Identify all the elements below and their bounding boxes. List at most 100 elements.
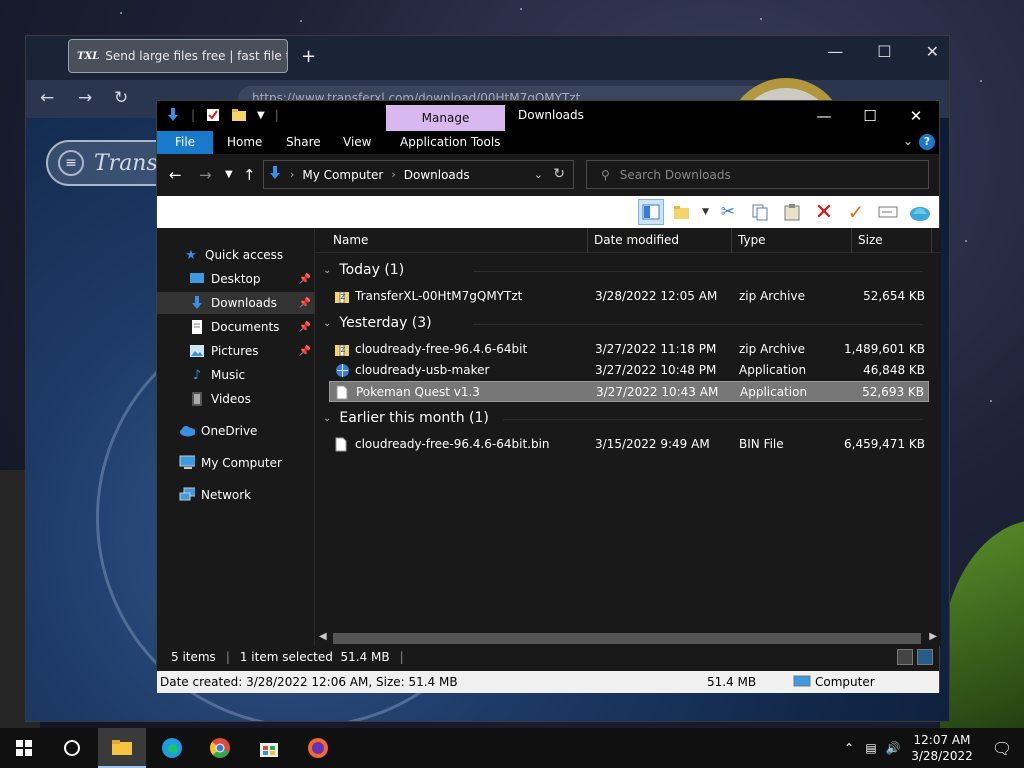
nav-videos[interactable]: Videos xyxy=(157,388,315,410)
maximize-icon[interactable]: ☐ xyxy=(847,101,893,131)
new-tab-icon[interactable]: + xyxy=(301,46,316,67)
close-icon[interactable]: ✕ xyxy=(926,42,939,61)
address-bar[interactable]: › My Computer › Downloads ⌄ ↻ xyxy=(263,160,574,189)
nav-documents[interactable]: Documents 📌 xyxy=(157,316,315,338)
shell-icon[interactable] xyxy=(907,199,933,225)
list-item[interactable]: cloudready-usb-maker 3/27/2022 10:48 PM … xyxy=(329,360,929,381)
file-size: 52,654 KB xyxy=(863,289,925,303)
tab-view[interactable]: View xyxy=(333,131,381,154)
properties-icon[interactable] xyxy=(205,107,221,123)
preview-pane-icon[interactable] xyxy=(638,199,665,225)
file-details: Date created: 3/28/2022 12:06 AM, Size: … xyxy=(160,675,458,689)
firefox-browser-icon[interactable] xyxy=(294,728,342,768)
column-date-modified[interactable]: Date modified xyxy=(594,233,679,247)
nav-music[interactable]: ♪ Music xyxy=(157,364,315,386)
back-icon[interactable]: ← xyxy=(169,166,182,184)
customize-qat-icon[interactable]: ▼ xyxy=(257,110,265,121)
notifications-icon[interactable]: 🗨 xyxy=(980,739,1024,758)
close-icon[interactable]: ✕ xyxy=(893,101,939,131)
scroll-right-icon[interactable]: ▶ xyxy=(929,631,937,642)
breadcrumb-downloads[interactable]: Downloads xyxy=(404,168,470,182)
file-type: BIN File xyxy=(739,437,784,451)
expand-ribbon-icon[interactable]: ⌄ xyxy=(903,134,913,148)
file-explorer-icon[interactable] xyxy=(98,728,146,768)
status-bar: 5 items | 1 item selected 51.4 MB | xyxy=(157,646,939,668)
nav-downloads[interactable]: Downloads 📌 xyxy=(157,292,315,314)
search-circle-icon[interactable] xyxy=(48,728,96,768)
selection-size: 51.4 MB xyxy=(707,675,757,689)
group-header-today[interactable]: ⌄ Today (1) xyxy=(323,262,923,278)
browser-tab-title: Send large files free | fast file tra xyxy=(105,49,288,63)
nav-onedrive[interactable]: OneDrive xyxy=(157,420,315,442)
search-input[interactable]: ⚲ Search Downloads xyxy=(586,160,929,189)
edge-browser-icon[interactable] xyxy=(148,728,196,768)
minimize-icon[interactable]: — xyxy=(801,101,847,131)
file-size: 6,459,471 KB xyxy=(844,437,925,451)
help-icon[interactable]: ? xyxy=(919,134,935,150)
ribbon-tabs: File Home Share View Application Tools ⌄… xyxy=(157,131,939,154)
checkmark-icon[interactable]: ✓ xyxy=(843,199,869,225)
computer-icon xyxy=(793,675,811,692)
list-item[interactable]: Z cloudready-free-96.4.6-64bit 3/27/2022… xyxy=(329,339,929,360)
tab-manage[interactable]: Manage xyxy=(386,105,505,131)
nav-quick-access[interactable]: ★ Quick access xyxy=(157,244,315,266)
network-icon[interactable]: ▤ xyxy=(860,741,882,755)
store-bag-icon[interactable] xyxy=(245,728,293,768)
new-folder-dropdown-icon[interactable]: ▼ xyxy=(702,207,709,217)
nav-network[interactable]: Network xyxy=(157,484,315,506)
nav-pictures[interactable]: Pictures 📌 xyxy=(157,340,315,362)
chevron-up-icon[interactable]: ⌃ xyxy=(838,741,860,755)
address-dropdown-icon[interactable]: ⌄ xyxy=(534,168,543,181)
nav-label: Quick access xyxy=(205,248,284,262)
forward-icon[interactable]: → xyxy=(199,166,212,184)
up-icon[interactable]: ↑ xyxy=(243,166,256,184)
transferxl-favicon-icon: TXL xyxy=(77,50,100,62)
delete-icon[interactable]: ✕ xyxy=(811,199,837,225)
details-view-icon[interactable] xyxy=(897,649,913,665)
nav-desktop[interactable]: Desktop 📌 xyxy=(157,268,315,290)
volume-icon[interactable]: 🔊 xyxy=(882,741,904,755)
column-size[interactable]: Size xyxy=(858,233,883,247)
tab-share[interactable]: Share xyxy=(276,131,331,154)
copy-icon[interactable] xyxy=(747,199,773,225)
list-item[interactable]: cloudready-free-96.4.6-64bit.bin 3/15/20… xyxy=(329,434,929,455)
column-type[interactable]: Type xyxy=(738,233,766,247)
new-folder-icon[interactable] xyxy=(231,107,247,123)
reload-icon[interactable]: ↻ xyxy=(114,88,128,108)
group-label: Yesterday (3) xyxy=(339,315,432,331)
breadcrumb-my-computer[interactable]: My Computer xyxy=(302,168,383,182)
scroll-left-icon[interactable]: ◀ xyxy=(319,631,327,642)
chrome-browser-icon[interactable] xyxy=(196,728,244,768)
star-icon: ★ xyxy=(185,247,197,263)
tab-application-tools[interactable]: Application Tools xyxy=(390,131,510,154)
group-header-earlier-this-month[interactable]: ⌄ Earlier this month (1) xyxy=(323,410,923,426)
nav-label: Downloads xyxy=(211,296,277,310)
hamburger-menu-icon[interactable]: ≡ xyxy=(58,150,84,176)
browser-tab[interactable]: TXL Send large files free | fast file tr… xyxy=(68,39,288,73)
minimize-icon[interactable]: — xyxy=(827,42,843,61)
nav-my-computer[interactable]: My Computer xyxy=(157,452,315,474)
tab-home[interactable]: Home xyxy=(217,131,272,154)
command-toolbar: ▼ ✂ ✕ ✓ xyxy=(157,196,939,228)
horizontal-scrollbar[interactable]: ◀ ▶ xyxy=(315,630,941,646)
rename-icon[interactable] xyxy=(875,199,901,225)
chevron-down-icon: ⌄ xyxy=(323,317,332,329)
navigation-pane: ★ Quick access Desktop 📌 Downloads 📌 Doc… xyxy=(157,228,315,646)
large-icons-view-icon[interactable] xyxy=(917,649,933,665)
list-item[interactable]: Z TransferXL-00HtM7gQMYTzt 3/28/2022 12:… xyxy=(329,286,929,307)
cut-icon[interactable]: ✂ xyxy=(715,199,741,225)
scrollbar-thumb[interactable] xyxy=(333,633,921,644)
column-name[interactable]: Name xyxy=(333,233,368,247)
forward-icon[interactable]: → xyxy=(78,88,92,108)
recent-locations-icon[interactable]: ▼ xyxy=(225,169,233,180)
group-header-yesterday[interactable]: ⌄ Yesterday (3) xyxy=(323,315,923,331)
new-folder-icon[interactable] xyxy=(670,199,696,225)
tab-file[interactable]: File xyxy=(157,131,213,154)
maximize-icon[interactable]: ☐ xyxy=(877,42,891,61)
back-icon[interactable]: ← xyxy=(40,88,54,108)
clock[interactable]: 12:07 AM 3/28/2022 xyxy=(904,732,980,764)
list-item-selected[interactable]: Pokeman Quest v1.3 3/27/2022 10:43 AM Ap… xyxy=(329,381,929,402)
refresh-icon[interactable]: ↻ xyxy=(553,166,565,182)
start-windows-icon[interactable] xyxy=(0,728,48,768)
paste-icon[interactable] xyxy=(779,199,805,225)
